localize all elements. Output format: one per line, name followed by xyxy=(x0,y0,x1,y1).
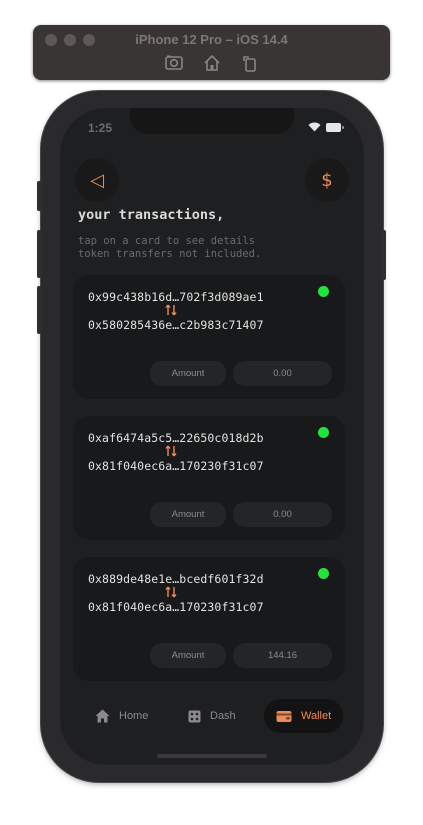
nav-label: Home xyxy=(119,710,149,722)
status-time: 1:25 xyxy=(88,121,113,135)
status-indicator xyxy=(318,286,329,297)
amount-value: 144.16 xyxy=(233,643,332,668)
volume-up-button xyxy=(37,230,42,278)
silent-switch xyxy=(37,181,42,211)
volume-down-button xyxy=(37,286,42,334)
status-icons xyxy=(308,122,344,132)
transaction-card[interactable]: 0x889de48e1e…bcedf601f32d 0x81f040ec6a…1… xyxy=(73,557,345,681)
currency-button[interactable]: $ xyxy=(305,158,349,202)
swap-arrows-icon xyxy=(165,445,177,457)
status-indicator xyxy=(318,568,329,579)
amount-label: Amount xyxy=(150,502,226,527)
swap-arrows-icon xyxy=(165,304,177,316)
bottom-nav: Home Dash Wallet xyxy=(60,699,364,733)
dice-icon xyxy=(188,710,201,722)
nav-item-dash[interactable]: Dash xyxy=(176,699,248,733)
back-button[interactable]: ◁ xyxy=(75,158,119,202)
simulator-toolbar: iPhone 12 Pro – iOS 14.4 xyxy=(33,25,390,80)
amount-label: Amount xyxy=(150,361,226,386)
nav-label: Dash xyxy=(210,710,236,722)
nav-label: Wallet xyxy=(301,710,332,722)
from-address: 0x889de48e1e…bcedf601f32d xyxy=(88,572,264,586)
transaction-card[interactable]: 0xaf6474a5c5…22650c018d2b 0x81f040ec6a…1… xyxy=(73,416,345,540)
from-address: 0xaf6474a5c5…22650c018d2b xyxy=(88,431,264,445)
subtitle-line-2: token transfers not included. xyxy=(78,248,262,260)
swap-arrows-icon xyxy=(165,586,177,598)
back-icon: ◁ xyxy=(90,169,104,191)
nav-item-wallet[interactable]: Wallet xyxy=(264,699,344,733)
from-address: 0x99c438b16d…702f3d089ae1 xyxy=(88,290,264,304)
to-address: 0x81f040ec6a…170230f31c07 xyxy=(88,459,264,473)
power-button xyxy=(381,230,386,280)
amount-value: 0.00 xyxy=(233,361,332,386)
home-icon[interactable] xyxy=(202,53,222,78)
amount-value: 0.00 xyxy=(233,502,332,527)
status-indicator xyxy=(318,427,329,438)
home-indicator xyxy=(157,754,267,758)
screenshot-icon[interactable] xyxy=(164,53,184,78)
amount-label: Amount xyxy=(150,643,226,668)
to-address: 0x580285436e…c2b983c71407 xyxy=(88,318,264,332)
dollar-icon: $ xyxy=(321,169,333,191)
battery-icon xyxy=(326,122,344,132)
home-icon xyxy=(95,709,110,723)
wallet-icon xyxy=(276,710,292,722)
app-screen: 1:25 ◁ $ your transactions, tap on a car… xyxy=(60,108,364,765)
page-title: your transactions, xyxy=(78,207,225,223)
page-subtitle: tap on a card to see details token trans… xyxy=(78,235,261,261)
nav-item-home[interactable]: Home xyxy=(83,699,160,733)
rotate-icon[interactable] xyxy=(240,53,260,78)
wifi-icon xyxy=(308,122,321,132)
transaction-card[interactable]: 0x99c438b16d…702f3d089ae1 0x580285436e…c… xyxy=(73,275,345,399)
notch xyxy=(130,108,294,134)
simulator-title: iPhone 12 Pro – iOS 14.4 xyxy=(135,32,288,47)
to-address: 0x81f040ec6a…170230f31c07 xyxy=(88,600,264,614)
subtitle-line-1: tap on a card to see details xyxy=(78,235,256,247)
